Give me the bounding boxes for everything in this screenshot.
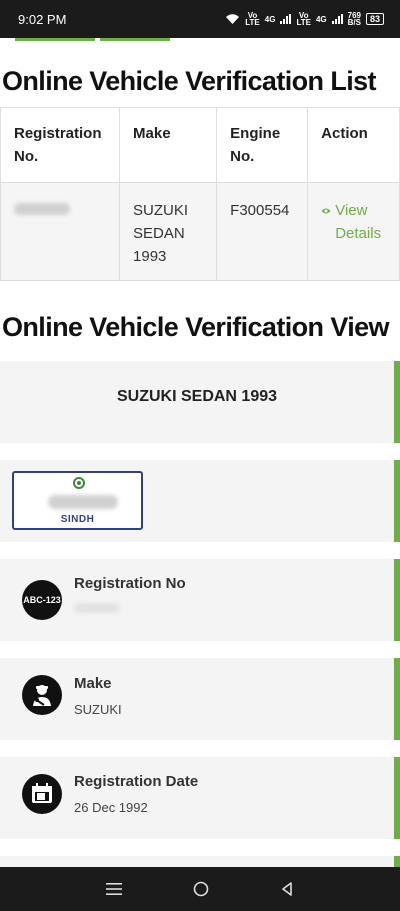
network-2: Vo LTE <box>296 12 311 27</box>
status-icons: Vo LTE 4G Vo LTE 4G 769 B/S 83 <box>225 12 384 27</box>
registration-label: Registration No <box>74 575 186 592</box>
vehicle-list-table: Registration No. Make Engine No. Action … <box>0 107 400 281</box>
network-1-bottom: LTE <box>245 18 260 27</box>
registration-date-value: 26 Dec 1992 <box>74 800 148 815</box>
list-title: Online Vehicle Verification List <box>2 66 377 96</box>
header-registration: Registration No. <box>0 107 121 183</box>
registration-plate-icon: ABC-123 <box>22 580 62 620</box>
network-2-gen: 4G <box>315 14 327 24</box>
view-details-link[interactable]: View Details <box>321 199 387 245</box>
view-title: Online Vehicle Verification View <box>2 312 390 342</box>
menu-icon[interactable] <box>105 881 123 897</box>
detail-next-card <box>0 856 400 867</box>
redacted-registration-value <box>74 603 120 613</box>
detail-make-card: Make SUZUKI <box>0 658 400 740</box>
view-details-label: View Details <box>335 202 382 242</box>
cell-make: SUZUKI SEDAN 1993 <box>119 182 218 281</box>
redacted-plate-number <box>48 495 118 509</box>
make-value: SUZUKI <box>74 702 122 717</box>
cell-registration <box>0 182 121 281</box>
make-label: Make <box>74 675 112 692</box>
wifi-icon <box>226 14 240 24</box>
redacted-registration <box>14 203 70 215</box>
detail-registration-date-card: Registration Date 26 Dec 1992 <box>0 757 400 839</box>
back-icon[interactable] <box>279 881 295 897</box>
top-green-bar-1 <box>15 38 95 41</box>
registration-date-label: Registration Date <box>74 773 199 790</box>
battery-icon: 83 <box>365 13 384 25</box>
cell-engine: F300554 <box>216 182 309 281</box>
status-bar: 9:02 PM Vo LTE 4G Vo LTE 4G 769 B/S 83 <box>0 0 400 38</box>
plate-emblem-icon <box>73 477 85 489</box>
table-row: SUZUKI SEDAN 1993 F300554 View Details <box>0 182 400 281</box>
plate-province: SINDH <box>60 514 95 525</box>
network-2-bottom: LTE <box>296 18 311 27</box>
data-speed: 769 B/S <box>347 12 361 27</box>
vehicle-title-card: SUZUKI SEDAN 1993 <box>0 361 400 443</box>
calendar-icon <box>22 774 62 814</box>
mechanic-icon <box>22 675 62 715</box>
vehicle-title: SUZUKI SEDAN 1993 <box>116 388 278 405</box>
number-plate-image: SINDH <box>12 471 143 530</box>
network-1: Vo LTE <box>245 12 260 27</box>
page-content: Online Vehicle Verification List Registr… <box>0 38 400 867</box>
detail-registration-card: ABC-123 Registration No <box>0 559 400 641</box>
eye-icon <box>321 208 331 214</box>
number-plate-card: SINDH <box>0 460 400 542</box>
home-icon[interactable] <box>192 880 210 898</box>
network-1-gen: 4G <box>264 14 276 24</box>
header-make: Make <box>119 107 218 183</box>
signal-icon-2 <box>331 14 343 24</box>
table-header-row: Registration No. Make Engine No. Action <box>0 107 400 183</box>
system-navigation-bar <box>0 867 400 911</box>
top-green-bar-2 <box>100 38 170 41</box>
cell-action: View Details <box>307 182 400 281</box>
header-engine: Engine No. <box>216 107 309 183</box>
signal-icon <box>280 14 292 24</box>
header-action: Action <box>307 107 400 183</box>
data-speed-unit: B/S <box>347 18 361 27</box>
status-time: 9:02 PM <box>18 11 67 27</box>
